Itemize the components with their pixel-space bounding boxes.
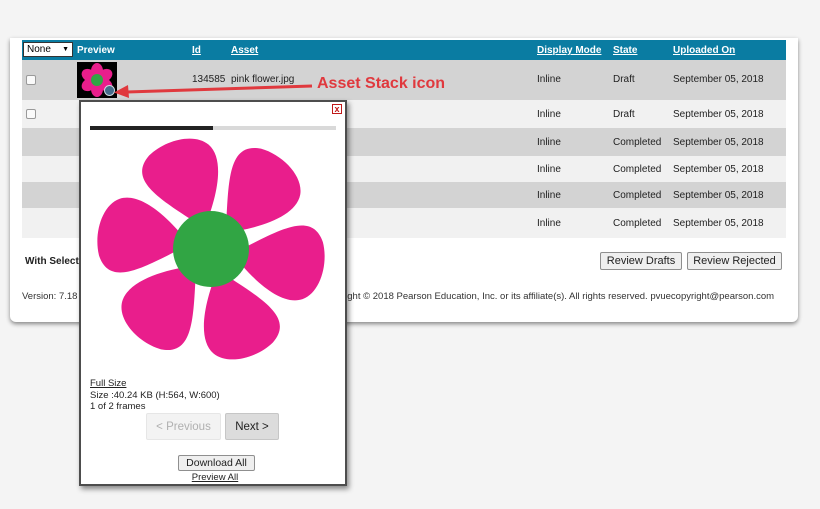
- cell-display-mode: Inline: [537, 74, 561, 85]
- annotation-arrow-icon: [114, 84, 313, 98]
- image-size-text: Size :40.24 KB (H:564, W:600): [90, 390, 220, 401]
- flower-preview-image: [97, 138, 325, 360]
- review-drafts-button[interactable]: Review Drafts: [600, 252, 682, 270]
- cell-state: Completed: [613, 190, 662, 201]
- frame-progress-fill: [90, 126, 213, 130]
- row-checkbox[interactable]: [26, 109, 36, 119]
- frame-progress-bar: [90, 126, 336, 130]
- with-selected-label: With Select: [25, 256, 79, 267]
- close-icon[interactable]: x: [332, 104, 342, 114]
- cell-state: Completed: [613, 164, 662, 175]
- previous-button[interactable]: < Previous: [146, 413, 221, 440]
- frame-count-text: 1 of 2 frames: [90, 401, 146, 412]
- cell-state: Completed: [613, 137, 662, 148]
- cell-display-mode: Inline: [537, 190, 561, 201]
- cell-state: Completed: [613, 218, 662, 229]
- cell-uploaded-on: September 05, 2018: [673, 190, 764, 201]
- preview-popup: x Full Size Size :40.24 KB (H:564, W:600…: [79, 100, 347, 486]
- annotation-label: Asset Stack icon: [317, 75, 446, 92]
- table-header: None ▼ Preview Id Asset Display Mode Sta…: [22, 40, 786, 60]
- column-uploaded-on[interactable]: Uploaded On: [673, 45, 735, 56]
- assets-table: None ▼ Preview Id Asset Display Mode Sta…: [22, 40, 786, 238]
- cell-display-mode: Inline: [537, 137, 561, 148]
- cell-display-mode: Inline: [537, 164, 561, 175]
- cell-uploaded-on: September 05, 2018: [673, 164, 764, 175]
- row-checkbox[interactable]: [26, 75, 36, 85]
- next-button[interactable]: Next >: [225, 413, 279, 440]
- copyright-text: right © 2018 Pearson Education, Inc. or …: [342, 291, 775, 302]
- cell-display-mode: Inline: [537, 218, 561, 229]
- cell-state: Draft: [613, 74, 635, 85]
- cell-uploaded-on: September 05, 2018: [673, 109, 764, 120]
- cell-uploaded-on: September 05, 2018: [673, 74, 764, 85]
- cell-display-mode: Inline: [537, 109, 561, 120]
- column-asset[interactable]: Asset: [231, 45, 258, 56]
- cell-state: Draft: [613, 109, 635, 120]
- filter-select-value: None: [27, 44, 51, 55]
- filter-select[interactable]: None ▼: [23, 42, 73, 57]
- chevron-down-icon: ▼: [62, 46, 69, 53]
- review-rejected-button[interactable]: Review Rejected: [687, 252, 782, 270]
- column-state[interactable]: State: [613, 45, 637, 56]
- column-preview: Preview: [77, 45, 115, 56]
- version-text: Version: 7.18: [22, 291, 78, 302]
- preview-all-link[interactable]: Preview All: [81, 472, 349, 483]
- cell-uploaded-on: September 05, 2018: [673, 137, 764, 148]
- column-display-mode[interactable]: Display Mode: [537, 45, 601, 56]
- column-id[interactable]: Id: [192, 45, 201, 56]
- download-all-button[interactable]: Download All: [178, 455, 255, 471]
- cell-uploaded-on: September 05, 2018: [673, 218, 764, 229]
- full-size-link[interactable]: Full Size: [90, 378, 126, 389]
